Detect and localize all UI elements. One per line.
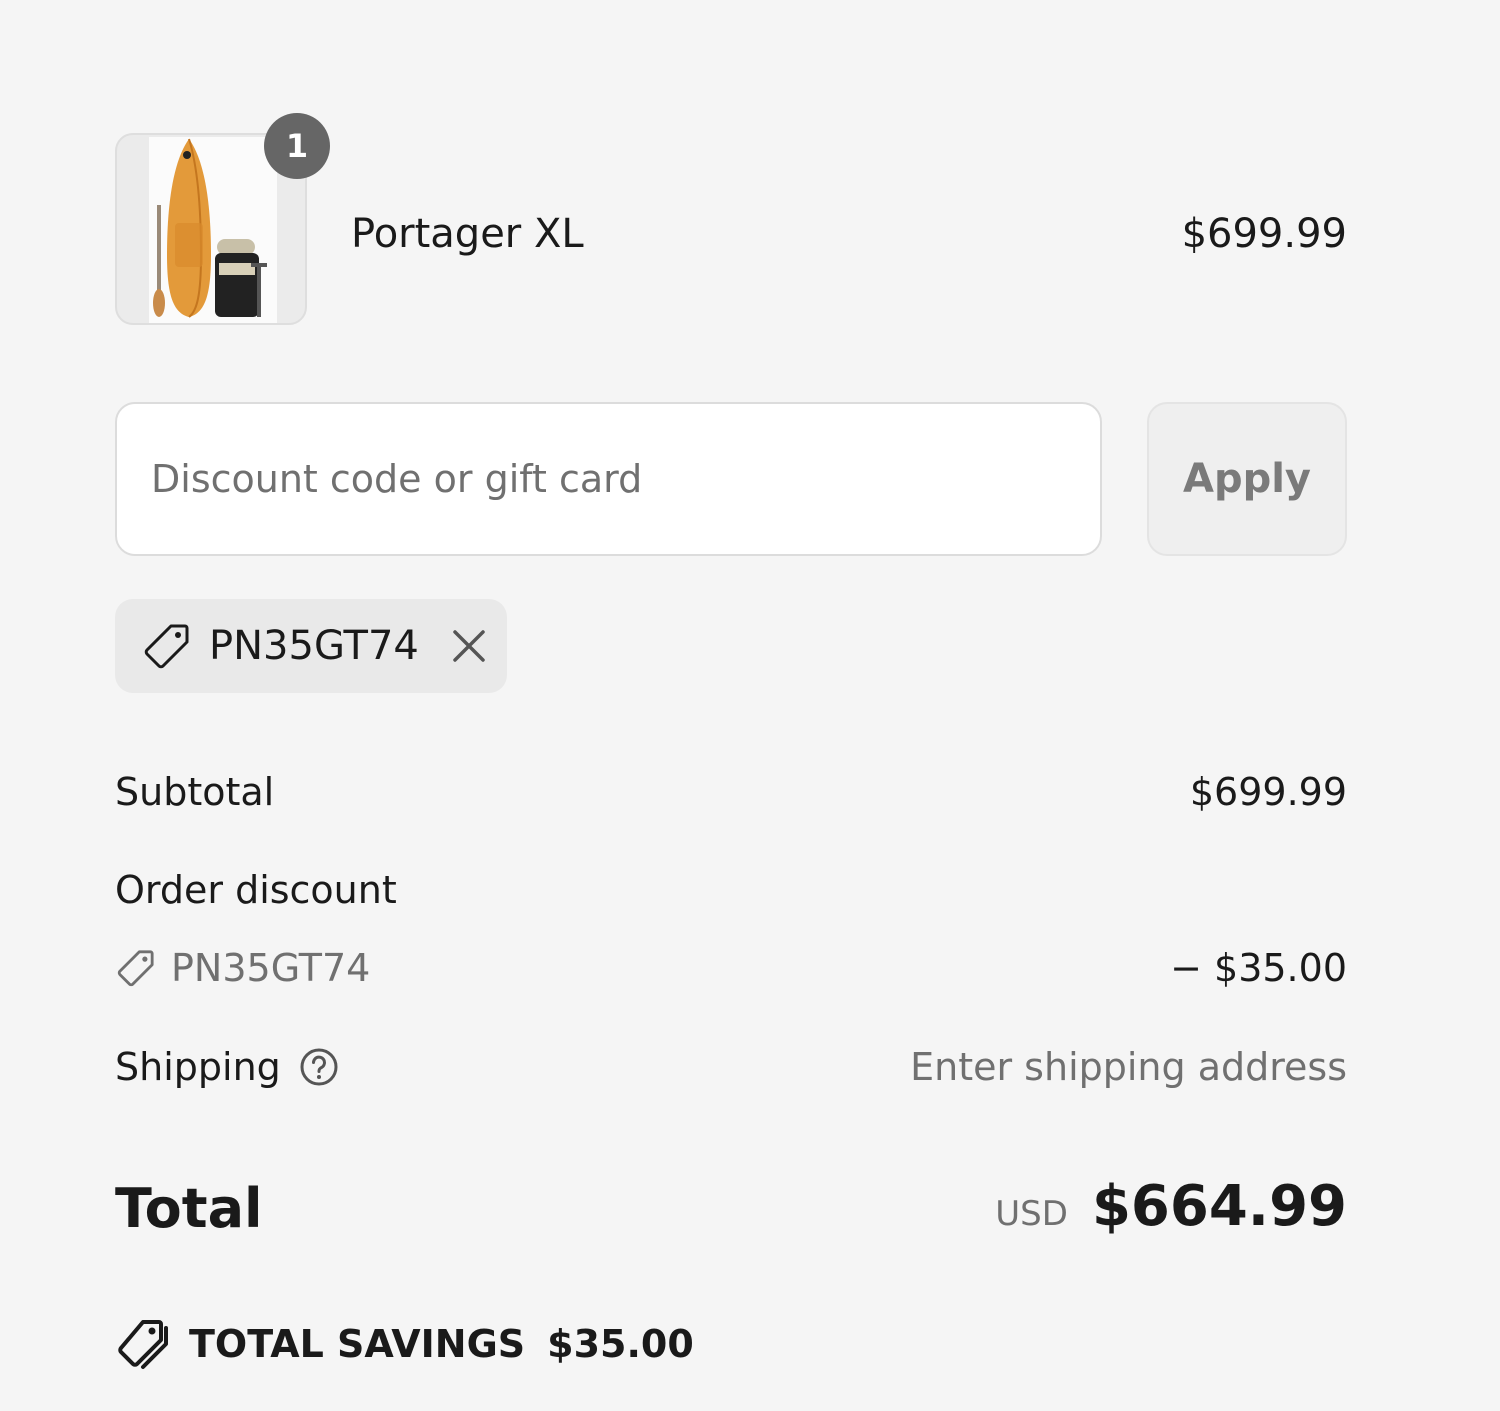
product-thumbnail: 1 bbox=[115, 113, 330, 325]
shipping-value: Enter shipping address bbox=[910, 1045, 1347, 1089]
total-amount: $664.99 bbox=[1091, 1174, 1347, 1239]
total-savings-row: TOTAL SAVINGS $35.00 bbox=[115, 1316, 694, 1372]
total-savings-label: TOTAL SAVINGS bbox=[189, 1322, 526, 1366]
product-price: $699.99 bbox=[1181, 211, 1347, 257]
subtotal-value: $699.99 bbox=[1189, 770, 1347, 814]
shipping-help-button[interactable] bbox=[299, 1047, 339, 1087]
help-circle-icon bbox=[300, 1048, 338, 1086]
order-discount-amount: − $35.00 bbox=[1170, 946, 1347, 990]
savings-tags-icon bbox=[118, 1320, 168, 1369]
total-value: USD $664.99 bbox=[995, 1172, 1347, 1242]
total-currency: USD bbox=[995, 1194, 1068, 1234]
applied-discount-code: PN35GT74 bbox=[209, 623, 419, 669]
order-discount-label: Order discount bbox=[115, 868, 397, 912]
order-discount-code: PN35GT74 bbox=[171, 946, 371, 990]
product-name: Portager XL bbox=[351, 211, 584, 257]
apply-button[interactable]: Apply bbox=[1147, 402, 1347, 556]
tag-icon bbox=[144, 624, 189, 669]
order-discount-code-row: PN35GT74 bbox=[115, 942, 370, 994]
close-icon bbox=[453, 630, 485, 662]
remove-discount-button[interactable] bbox=[449, 626, 489, 666]
shipping-row: Shipping bbox=[115, 1041, 339, 1093]
order-summary: 1 Portager XL $699.99 Apply PN35GT74 Sub… bbox=[115, 0, 1347, 1411]
quantity-badge: 1 bbox=[264, 113, 330, 179]
discount-code-input[interactable] bbox=[115, 402, 1102, 556]
tag-icon bbox=[117, 950, 154, 987]
shipping-label: Shipping bbox=[115, 1045, 281, 1089]
applied-discount-chip: PN35GT74 bbox=[115, 599, 507, 693]
subtotal-label: Subtotal bbox=[115, 770, 275, 814]
total-savings-amount: $35.00 bbox=[547, 1322, 694, 1366]
total-label: Total bbox=[115, 1177, 263, 1240]
